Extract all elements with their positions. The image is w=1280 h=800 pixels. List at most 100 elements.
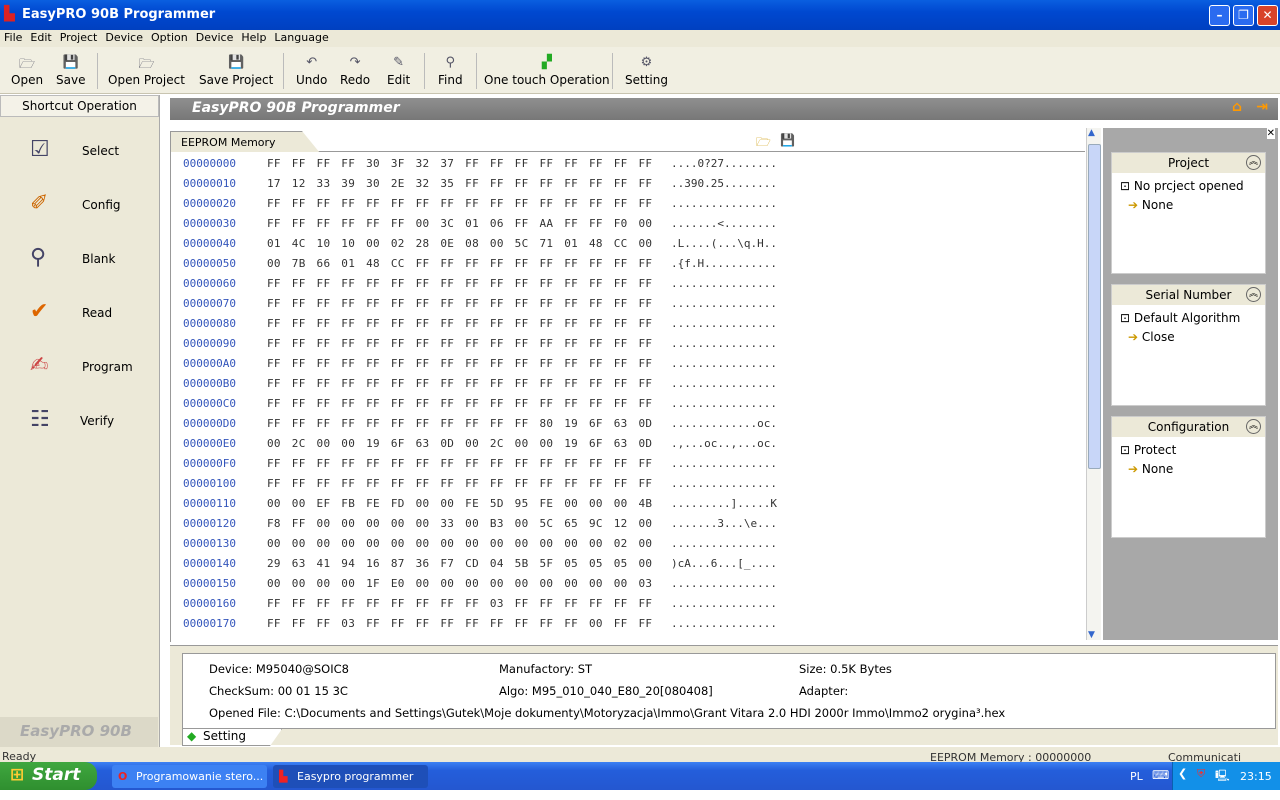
minimize-button[interactable]: –: [1209, 5, 1230, 26]
menu-option[interactable]: Option: [151, 30, 188, 44]
taskbar-easypro[interactable]: ▙ Easypro programmer: [273, 765, 428, 788]
hex-row[interactable]: 00000070 FF FF FF FF FF FF FF FF FF FF FF…: [171, 297, 1071, 317]
panel-subitem[interactable]: ➔ Close: [1112, 330, 1265, 347]
panel-item[interactable]: ⊡ No prcject opened: [1112, 179, 1265, 196]
hex-row[interactable]: 00000030 FF FF FF FF FF FF 00 3C 01 06 FF…: [171, 217, 1071, 237]
menu-edit[interactable]: Edit: [30, 30, 51, 44]
hex-bytes: FF FF FF FF FF FF FF FF FF FF FF FF FF F…: [267, 357, 653, 370]
device-info-area: Device: M95040@SOIC8 Manufactory: ST Siz…: [170, 645, 1278, 746]
find-button[interactable]: ⚲ Find: [438, 55, 463, 87]
redo-button[interactable]: ↷ Redo: [340, 55, 370, 87]
hex-row[interactable]: 000000A0 FF FF FF FF FF FF FF FF FF FF FF…: [171, 357, 1071, 377]
open-project-button[interactable]: 🗁 Open Project: [108, 55, 185, 87]
hex-row[interactable]: 00000170 FF FF FF 03 FF FF FF FF FF FF FF…: [171, 617, 1071, 637]
close-panel-icon[interactable]: ✕: [1266, 128, 1275, 139]
hex-row[interactable]: 000000D0 FF FF FF FF FF FF FF FF FF FF FF…: [171, 417, 1071, 437]
windows-logo-icon: ⊞: [10, 765, 25, 785]
scrollbar-thumb[interactable]: [1088, 144, 1101, 469]
network-icon[interactable]: 🖳: [1215, 767, 1230, 786]
ascii-text: .{f.H...........: [671, 257, 777, 270]
collapse-up-icon[interactable]: ︽: [1246, 287, 1261, 302]
shortcut-select[interactable]: ☑ Select: [30, 133, 150, 173]
toolbar: 🗁 Open 💾 Save 🗁 Open Project 💾 Save Project …: [0, 47, 1280, 94]
hex-row[interactable]: 00000010 17 12 33 39 30 2E 32 35 FF FF FF…: [171, 177, 1071, 197]
maximize-button[interactable]: ❐: [1233, 5, 1254, 26]
hex-row[interactable]: 00000110 00 00 EF FB FE FD 00 00 FE 5D 95…: [171, 497, 1071, 517]
hex-row[interactable]: 00000100 FF FF FF FF FF FF FF FF FF FF FF…: [171, 477, 1071, 497]
panel-item[interactable]: ⊡ Protect: [1112, 443, 1265, 460]
save-project-button[interactable]: 💾 Save Project: [199, 55, 273, 87]
shortcut-verify[interactable]: ☷ Verify: [30, 403, 150, 443]
hex-row[interactable]: 000000C0 FF FF FF FF FF FF FF FF FF FF FF…: [171, 397, 1071, 417]
folder-open-icon[interactable]: 🗁: [756, 133, 771, 154]
hex-row[interactable]: 00000090 FF FF FF FF FF FF FF FF FF FF FF…: [171, 337, 1071, 357]
panel-item[interactable]: ⊡ Default Algorithm: [1112, 311, 1265, 328]
setting-button[interactable]: ⚙ Setting: [625, 55, 668, 87]
shortcut-blank[interactable]: ⚲ Blank: [30, 241, 150, 281]
panel-subitem[interactable]: ➔ None: [1112, 462, 1265, 479]
save-button[interactable]: 💾 Save: [56, 55, 85, 87]
hex-row[interactable]: 00000160 FF FF FF FF FF FF FF FF FF 03 FF…: [171, 597, 1071, 617]
tab-setting[interactable]: ◆ Setting: [182, 729, 282, 746]
shortcut-read[interactable]: ✔ Read: [30, 295, 150, 335]
hex-bytes: FF FF FF 03 FF FF FF FF FF FF FF FF FF 0…: [267, 617, 653, 630]
open-button[interactable]: 🗁 Open: [11, 55, 43, 87]
save-icon[interactable]: 💾: [780, 133, 795, 147]
hex-bytes: 01 4C 10 10 00 02 28 0E 08 00 5C 71 01 4…: [267, 237, 653, 250]
menu-device-2[interactable]: Device: [196, 30, 234, 44]
hex-row[interactable]: 00000020 FF FF FF FF FF FF FF FF FF FF FF…: [171, 197, 1071, 217]
language-indicator[interactable]: PL: [1130, 770, 1143, 783]
menu-project[interactable]: Project: [60, 30, 98, 44]
tab-eeprom-memory[interactable]: EEPROM Memory: [170, 131, 320, 153]
shortcut-config[interactable]: ✐ Config: [30, 187, 150, 227]
hex-bytes: FF FF FF FF 30 3F 32 37 FF FF FF FF FF F…: [267, 157, 653, 170]
close-button[interactable]: ✕: [1257, 5, 1278, 26]
hex-row[interactable]: 00000050 00 7B 66 01 48 CC FF FF FF FF FF…: [171, 257, 1071, 277]
hex-row[interactable]: 00000060 FF FF FF FF FF FF FF FF FF FF FF…: [171, 277, 1071, 297]
undo-button[interactable]: ↶ Undo: [296, 55, 327, 87]
hex-bytes: 00 2C 00 00 19 6F 63 0D 00 2C 00 00 19 6…: [267, 437, 653, 450]
shortcut-program[interactable]: ✍ Program: [30, 349, 150, 389]
security-alert-icon[interactable]: ⛨: [1197, 767, 1205, 781]
collapse-icon[interactable]: ⇥: [1256, 99, 1268, 115]
hex-offset: 00000040: [183, 237, 236, 250]
separator: [476, 53, 477, 89]
one-touch-operation-button[interactable]: ▞ One touch Operation: [484, 55, 610, 87]
panel-title: Configuration: [1147, 420, 1230, 434]
hex-row[interactable]: 00000130 00 00 00 00 00 00 00 00 00 00 00…: [171, 537, 1071, 557]
hex-bytes: FF FF FF FF FF FF FF FF FF FF FF FF FF F…: [267, 297, 653, 310]
edit-button[interactable]: ✎ Edit: [387, 55, 410, 87]
hex-row[interactable]: 00000120 F8 FF 00 00 00 00 00 33 00 B3 00…: [171, 517, 1071, 537]
menu-bar: File Edit Project Device Option Device Help Lan…: [0, 30, 1280, 47]
panel-subitem[interactable]: ➔ None: [1112, 198, 1265, 215]
menu-help[interactable]: Help: [241, 30, 266, 44]
clock[interactable]: 23:15: [1240, 770, 1272, 783]
collapse-up-icon[interactable]: ︽: [1246, 155, 1261, 170]
hex-row[interactable]: 00000080 FF FF FF FF FF FF FF FF FF FF FF…: [171, 317, 1071, 337]
ascii-text: ................: [671, 197, 777, 210]
device-info: Device: M95040@SOIC8 Manufactory: ST Siz…: [182, 653, 1276, 729]
taskbar-opera[interactable]: O Programowanie stero...: [112, 765, 267, 788]
hex-row[interactable]: 000000E0 00 2C 00 00 19 6F 63 0D 00 2C 00…: [171, 437, 1071, 457]
ascii-text: .......3...\e...: [671, 517, 777, 530]
home-icon[interactable]: ⌂: [1232, 99, 1242, 115]
hex-editor[interactable]: 00000000 FF FF FF FF 30 3F 32 37 FF FF FF…: [170, 152, 1085, 642]
hex-row[interactable]: 00000150 00 00 00 00 1F E0 00 00 00 00 00…: [171, 577, 1071, 597]
undo-icon: ↶: [306, 55, 318, 70]
show-hidden-icons-icon[interactable]: ❮: [1178, 767, 1187, 780]
collapse-up-icon[interactable]: ︽: [1246, 419, 1261, 434]
keyboard-icon[interactable]: ⌨: [1152, 768, 1169, 782]
menu-device[interactable]: Device: [105, 30, 143, 44]
hex-row[interactable]: 00000040 01 4C 10 10 00 02 28 0E 08 00 5C…: [171, 237, 1071, 257]
hex-row[interactable]: 000000F0 FF FF FF FF FF FF FF FF FF FF FF…: [171, 457, 1071, 477]
vertical-scrollbar[interactable]: ▲ ▼: [1086, 128, 1101, 640]
scroll-down-icon[interactable]: ▼: [1088, 630, 1095, 640]
menu-file[interactable]: File: [4, 30, 22, 44]
menu-language[interactable]: Language: [274, 30, 328, 44]
hex-row[interactable]: 00000140 29 63 41 94 16 87 36 F7 CD 04 5B…: [171, 557, 1071, 577]
start-button[interactable]: ⊞ Start: [0, 762, 97, 790]
hex-row[interactable]: 000000B0 FF FF FF FF FF FF FF FF FF FF FF…: [171, 377, 1071, 397]
hex-row[interactable]: 00000000 FF FF FF FF 30 3F 32 37 FF FF FF…: [171, 157, 1071, 177]
scroll-up-icon[interactable]: ▲: [1088, 128, 1095, 138]
ascii-text: )cA...6...[_....: [671, 557, 777, 570]
